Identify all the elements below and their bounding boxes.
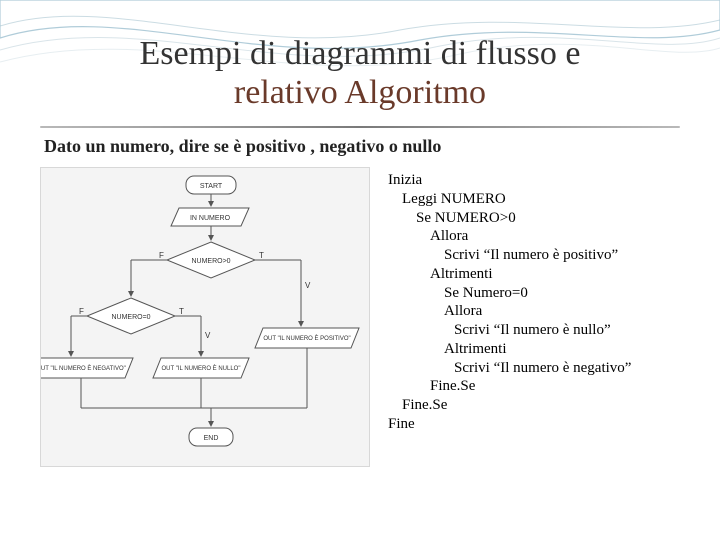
flow-out-null: OUT "IL NUMERO È NULLO" [162, 365, 241, 372]
title-line-2: relativo Algoritmo [234, 74, 486, 111]
algo-line: Se Numero=0 [388, 284, 680, 303]
flow-end: END [204, 435, 219, 442]
algo-line: Scrivi “Il numero è nullo” [388, 321, 680, 340]
flow-start: START [200, 183, 223, 190]
algo-line: Scrivi “Il numero è negativo” [388, 359, 680, 378]
flow-false-label-1: F [159, 251, 164, 260]
flowchart-panel: START IN NUMERO NUMERO>0 F T V [40, 167, 370, 467]
flow-out-negative: OUT "IL NUMERO È NEGATIVO" [41, 365, 126, 372]
flow-cond2: NUMERO=0 [111, 314, 150, 321]
flow-f-label-2: F [79, 307, 84, 316]
slide-title: Esempi di diagrammi di flusso e relativo… [40, 34, 680, 112]
algo-line: Altrimenti [388, 340, 680, 359]
flowchart-svg: START IN NUMERO NUMERO>0 F T V [41, 168, 371, 468]
algo-line: Fine.Se [388, 377, 680, 396]
algo-line: Fine.Se [388, 396, 680, 415]
flow-cond1: NUMERO>0 [191, 258, 230, 265]
algorithm-pseudocode: IniziaLeggi NUMEROSe NUMERO>0AlloraScriv… [388, 167, 680, 467]
flow-out-positive: OUT "IL NUMERO È POSITIVO" [263, 335, 350, 342]
algo-line: Se NUMERO>0 [388, 209, 680, 228]
title-line-1: Esempi di diagrammi di flusso e [140, 35, 581, 72]
algo-line: Inizia [388, 171, 680, 190]
flow-input: IN NUMERO [190, 215, 231, 222]
algo-line: Leggi NUMERO [388, 190, 680, 209]
title-underline [40, 126, 680, 128]
flow-true-label-1: T [259, 251, 264, 260]
algo-line: Allora [388, 302, 680, 321]
algo-line: Fine [388, 415, 680, 434]
problem-statement: Dato un numero, dire se è positivo , neg… [44, 136, 680, 157]
algo-line: Scrivi “Il numero è positivo” [388, 246, 680, 265]
algo-line: Allora [388, 227, 680, 246]
algo-line: Altrimenti [388, 265, 680, 284]
flow-true-label-2: T [179, 307, 184, 316]
flow-v-label-2: V [205, 331, 211, 340]
flow-v-label-1: V [305, 281, 311, 290]
